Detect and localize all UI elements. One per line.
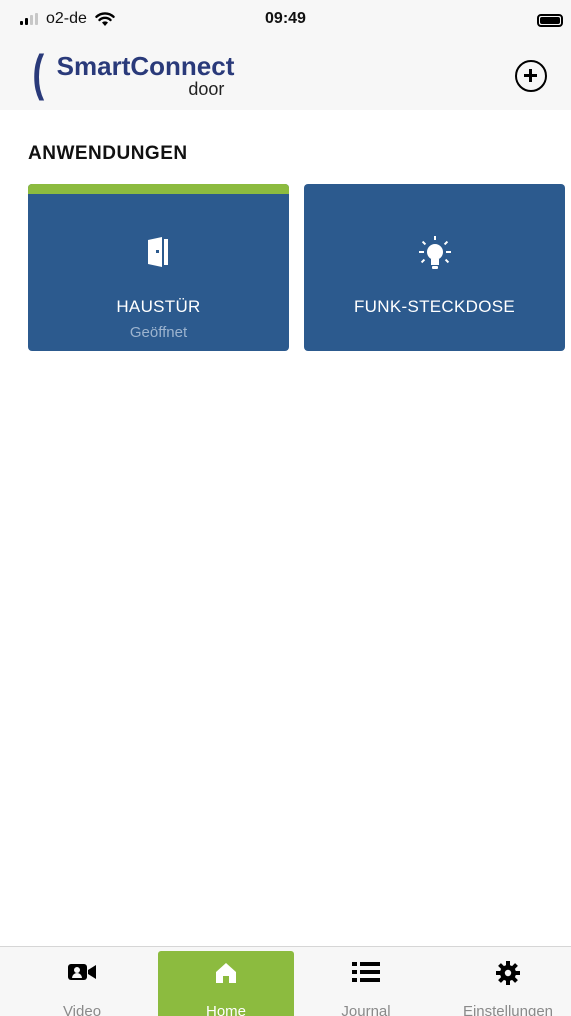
app-logo: ( SmartConnect door: [30, 48, 234, 98]
list-icon: [352, 962, 380, 982]
tab-journal[interactable]: Journal: [298, 951, 434, 1016]
battery-icon: [537, 14, 563, 27]
tab-video[interactable]: Video: [14, 951, 150, 1016]
lightbulb-icon: [418, 236, 451, 269]
tab-bar: Video Home Journal Einstellungen: [0, 946, 571, 1016]
tab-home[interactable]: Home: [158, 951, 294, 1016]
tile-status: Geöffnet: [129, 324, 188, 341]
video-camera-icon: [68, 964, 96, 980]
tile-haustuer[interactable]: HAUSTÜR Geöffnet: [28, 184, 289, 351]
tile-funk-steckdose[interactable]: FUNK-STECKDOSE: [304, 184, 565, 351]
tile-label: HAUSTÜR: [116, 297, 201, 316]
add-button[interactable]: [515, 60, 547, 92]
tab-settings[interactable]: Einstellungen: [440, 951, 571, 1016]
logo-title: SmartConnect: [56, 51, 235, 81]
section-title: ANWENDUNGEN: [28, 143, 188, 164]
logo-bracket: (: [32, 45, 45, 101]
tab-label: Journal: [341, 1003, 391, 1016]
logo-subtitle: door: [188, 79, 225, 99]
door-icon: [147, 237, 168, 267]
tab-label: Video: [62, 1003, 102, 1016]
status-time: 09:49: [265, 10, 306, 27]
gear-icon: [496, 961, 520, 985]
tab-label: Home: [205, 1003, 246, 1016]
app-header: ( SmartConnect door: [0, 40, 571, 110]
status-bar: o2-de 09:49: [0, 0, 571, 40]
tile-active-indicator: [28, 184, 289, 194]
home-icon: [216, 963, 236, 983]
logo-text: SmartConnect door: [57, 48, 235, 98]
tile-label: FUNK-STECKDOSE: [354, 297, 515, 316]
tab-label: Einstellungen: [462, 1003, 554, 1016]
